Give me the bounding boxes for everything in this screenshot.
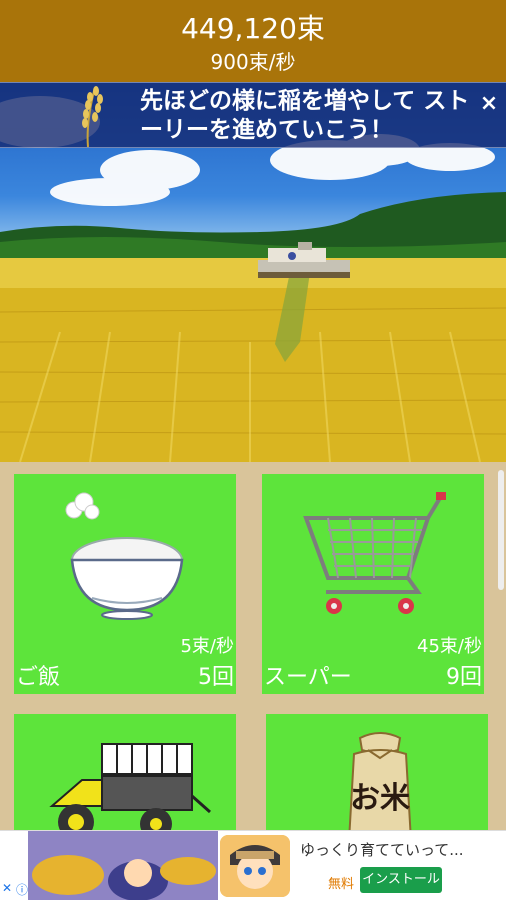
- card-rate: 5束/秒: [180, 636, 234, 657]
- install-button[interactable]: インストール: [360, 867, 442, 893]
- production-rate: 900束/秒: [210, 50, 296, 74]
- tutorial-message: 先ほどの様に稲を増やして ストーリーを進めていこう！: [140, 88, 470, 143]
- total-count: 449,120束: [181, 12, 325, 45]
- rice-bag-label: お米: [350, 781, 410, 816]
- card-name: ご飯: [16, 665, 61, 690]
- ad-title: ゆっくり育てていって...: [300, 841, 464, 859]
- card-rate: 45束/秒: [417, 636, 482, 657]
- upgrade-card-super[interactable]: 45束/秒 スーパー 9回: [262, 474, 484, 694]
- upgrade-card-rice[interactable]: 5束/秒 ご飯 5回: [14, 474, 236, 694]
- header: 449,120束 900束/秒: [0, 0, 506, 82]
- ad-image[interactable]: [28, 831, 218, 900]
- tutorial-banner: 先ほどの様に稲を増やして ストーリーを進めていこう！ ×: [0, 82, 506, 148]
- card-count: 9回: [446, 665, 482, 690]
- scrollbar[interactable]: [498, 470, 504, 590]
- ad-app-icon[interactable]: [220, 835, 290, 897]
- ad-close-icon[interactable]: ✕: [2, 881, 12, 895]
- ad-info-icon[interactable]: ⓘ: [16, 881, 28, 898]
- rice-stalk-icon: [82, 86, 103, 147]
- rice-bowl-icon: [65, 492, 184, 620]
- card-name: スーパー: [264, 665, 352, 690]
- shopping-cart-icon: [303, 492, 446, 614]
- card-count: 5回: [198, 665, 234, 690]
- ad-price: 無料: [328, 877, 355, 892]
- close-icon[interactable]: ×: [478, 91, 500, 116]
- ad-banner[interactable]: ゆっくり育てていって... 無料 インストール ✕ ⓘ: [0, 830, 506, 900]
